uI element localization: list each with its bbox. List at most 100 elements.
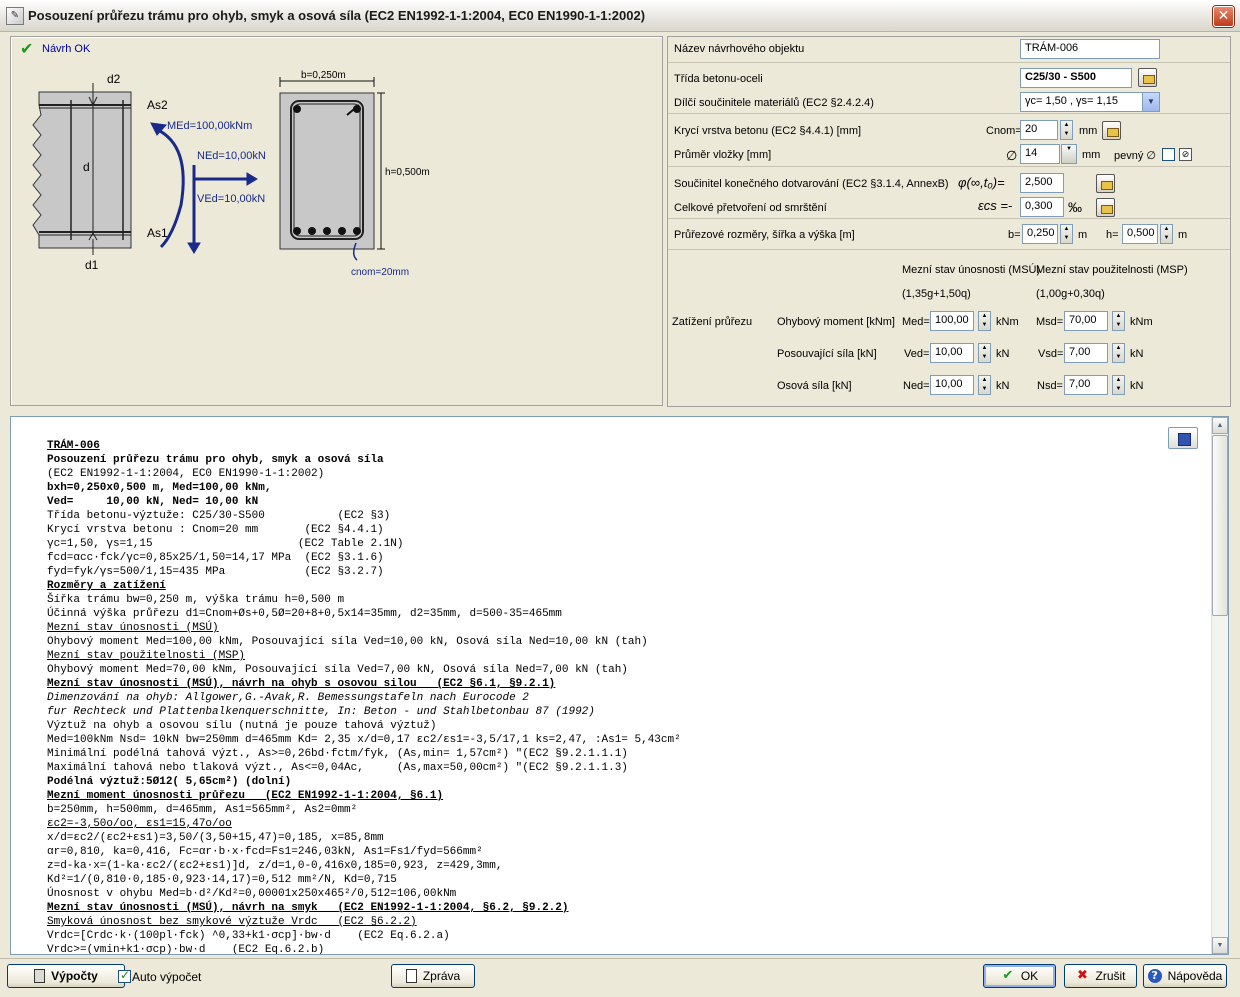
report-line: Mezní stav únosnosti (MSÚ) [47,622,219,634]
close-button[interactable]: ✕ [1213,6,1234,27]
prumer-unit: mm [1082,149,1101,161]
d1-label: d1 [85,258,99,272]
ok-button[interactable]: ✔ OK [983,964,1056,988]
calculator-icon [34,969,46,983]
auto-vypocet-checkbox[interactable]: ✓ [118,968,131,983]
report-line: Mezní stav únosnosti (MSÚ), návrh na ohy… [47,678,556,690]
vsd-spinner[interactable]: ▲ ▼ [1112,343,1125,363]
smrst-picker-button[interactable] [1096,198,1115,217]
report-line: Únosnost v ohybu Med=b·d²/Kd²=0,00001x25… [47,888,457,900]
scroll-down-icon[interactable]: ▼ [1212,937,1228,954]
report-text: TRÁM-006 Posouzení průřezu trámu pro ohyb… [47,439,681,955]
dilci-label: Dílčí součinitele materiálů (EC2 §2.4.2.… [674,97,874,109]
zrusit-button[interactable]: ✖ Zrušit [1064,964,1137,988]
b-spinner[interactable]: ▲ ▼ [1060,224,1073,244]
divider [0,958,1240,959]
report-line: Smyková únosnost bez smykové výztuže Vrd… [47,916,417,928]
report-line: Krycí vrstva betonu : Cnom=20 mm (EC2 §4… [47,524,384,536]
report-line: Třída betonu-výztuže: C25/30-S500 (EC2 §… [47,510,391,522]
pevny-label: pevný ∅ [1114,150,1156,162]
prumer-input[interactable]: 14 [1020,144,1060,164]
ved-label: Ved= [904,348,930,360]
d-label: d [83,160,90,174]
nazev-input[interactable]: TRÁM-006 [1020,39,1160,59]
report-line: (EC2 EN1992-1-1:2004, EC0 EN1990-1-1:200… [47,468,325,480]
ok-label: OK [1020,969,1039,983]
pevny-checkbox[interactable] [1162,148,1175,161]
med-input[interactable]: 100,00 [930,311,974,331]
phi-symbol: φ(∞,t₀)= [958,175,1005,190]
report-line: Podélná výztuž:5Ø12( 5,65cm²) (dolní) [47,776,292,788]
msu-header: Mezní stav únosnosti (MSÚ) [902,264,1041,276]
b-input[interactable]: 0,250 [1022,224,1058,244]
nsd-spinner[interactable]: ▲ ▼ [1112,375,1125,395]
smrst-input[interactable]: 0,300 [1020,197,1064,217]
osova-label: Osová síla [kN] [777,380,852,392]
b-dim-label: b=0,250m [301,70,346,81]
nsd-label: Nsd= [1037,380,1063,392]
trida-picker-button[interactable] [1138,68,1157,87]
auto-vypocet-label: Auto výpočet [132,970,202,984]
ned-input[interactable]: 10,00 [930,375,974,395]
report-line: Posouzení průřezu trámu pro ohyb, smyk a… [47,454,384,466]
report-line: Mezní stav únosnosti (MSÚ), návrh na smy… [47,902,569,914]
dilci-combo[interactable]: γc= 1,50 , γs= 1,15 ▼ [1020,92,1160,112]
section-dimensions: Průřezové rozměry, šířka a výška [m] b= … [668,220,1230,250]
nazev-label: Název návrhového objektu [674,43,805,55]
cross-section [279,77,385,261]
dotvar-input[interactable]: 2,500 [1020,173,1064,193]
zprava-button[interactable]: Zpráva [391,964,475,988]
cnom-dim-label: cnom=20mm [351,267,409,278]
h-spinner[interactable]: ▲ ▼ [1160,224,1173,244]
trida-input[interactable]: C25/30 - S500 [1020,68,1132,88]
msd-input[interactable]: 70,00 [1064,311,1108,331]
vsd-input[interactable]: 7,00 [1064,343,1108,363]
cnom-picker-button[interactable] [1102,121,1121,140]
ned-spinner[interactable]: ▲ ▼ [978,375,991,395]
report-line: γc=1,50, γs=1,15 (EC2 Table 2.1N) [47,538,404,550]
eps-symbol: εcs =- [978,198,1013,213]
report-view[interactable]: TRÁM-006 Posouzení průřezu trámu pro ohyb… [10,416,1229,955]
report-top-button[interactable] [1168,427,1198,449]
report-line: fur Rechteck und Plattenbalkenquerschnit… [47,706,595,718]
report-line: Účinná výška průřezu d1=Cnom+Øs+0,5Ø=20+… [47,608,562,620]
d2-label: d2 [107,72,121,86]
vypocty-button[interactable]: Výpočty [7,964,125,988]
scroll-up-icon[interactable]: ▲ [1212,417,1228,434]
dotvar-picker-button[interactable] [1096,174,1115,193]
cnom-unit: mm [1079,125,1098,137]
h-label: h= [1106,229,1119,241]
report-line: Minimální podélná tahová výzt., As>=0,26… [47,748,628,760]
msu-combination: (1,35g+1,50q) [902,288,971,300]
ned-label: NEd=10,00kN [197,150,266,162]
beam-side-view [32,83,132,255]
report-line: fcd=αcc·fck/γc=0,85x25/1,50=14,17 MPa (E… [47,552,384,564]
cnom-input[interactable]: 20 [1020,120,1058,140]
report-line: b=250mm, h=500mm, d=465mm, As1=565mm², A… [47,804,358,816]
napoveda-button[interactable]: ? Nápověda [1143,964,1227,988]
as1-label: As1 [147,226,168,240]
ved-input[interactable]: 10,00 [930,343,974,363]
b-label: b= [1008,229,1021,241]
med-label: Med= [902,316,930,328]
report-line: Vrdc>=(vmin+k1·σcp)·bw·d (EC2 Eq.6.2.b) [47,944,325,955]
prumer-dropdown[interactable]: ▼ [1061,144,1077,164]
h-input[interactable]: 0,500 [1122,224,1158,244]
report-line: Med=100kNm Nsd= 10kN bw=250mm d=465mm Kd… [47,734,681,746]
chevron-down-icon[interactable]: ▼ [1142,93,1159,111]
report-line: Rozměry a zatížení [47,580,166,592]
msp-header: Mezní stav použitelnosti (MSP) [1036,264,1188,276]
cnom-spinner[interactable]: ▲ ▼ [1060,120,1073,140]
diameter-settings-icon[interactable]: ⊘ [1179,148,1192,161]
nsd-input[interactable]: 7,00 [1064,375,1108,395]
nsd-unit: kN [1130,380,1144,392]
scroll-thumb[interactable] [1212,435,1228,616]
msd-spinner[interactable]: ▲ ▼ [1112,311,1125,331]
h-unit: m [1178,229,1188,241]
report-scrollbar[interactable]: ▲ ▼ [1211,417,1228,954]
report-line: Vrdc=[Crdc·k·(100pl·fck) ^0,33+k1·σcp]·b… [47,930,450,942]
ved-spinner[interactable]: ▲ ▼ [978,343,991,363]
help-icon: ? [1147,969,1162,983]
med-spinner[interactable]: ▲ ▼ [978,311,991,331]
section-name: Název návrhového objektu TRÁM-006 [668,37,1230,63]
